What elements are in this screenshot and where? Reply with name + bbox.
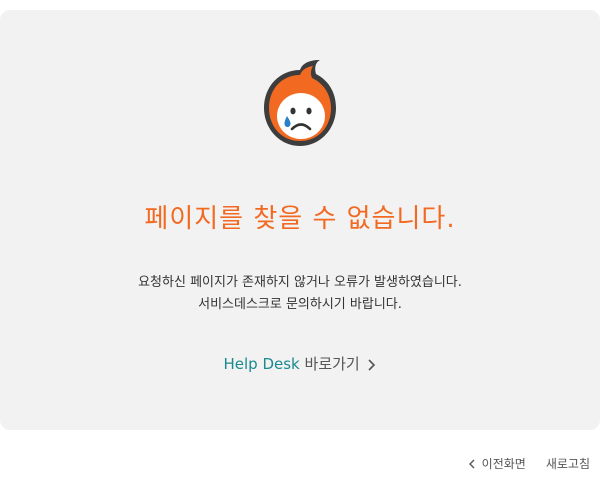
error-description-line2: 서비스데스크로 문의하시기 바랍니다. xyxy=(198,297,402,312)
chevron-right-icon xyxy=(367,358,375,371)
error-description-line1: 요청하신 페이지가 존재하지 않거나 오류가 발생하였습니다. xyxy=(138,275,462,290)
helpdesk-label-en: Help Desk xyxy=(223,355,300,373)
page-title: 페이지를 찾을 수 없습니다. xyxy=(144,204,456,234)
back-button[interactable]: 이전화면 xyxy=(468,455,526,472)
refresh-button[interactable]: 새로고침 xyxy=(546,455,590,472)
helpdesk-link[interactable]: Help Desk 바로가기 xyxy=(0,353,600,374)
refresh-button-label: 새로고침 xyxy=(545,457,590,471)
back-button-label: 이전화면 xyxy=(481,457,526,471)
footer-actions: 이전화면 새로고침 xyxy=(468,455,590,472)
error-card: 페이지를 찾을 수 없습니다. 요청하신 페이지가 존재하지 않거나 오류가 발… xyxy=(0,10,600,430)
helpdesk-label-ko: 바로가기 xyxy=(304,355,360,373)
error-page: 페이지를 찾을 수 없습니다. 요청하신 페이지가 존재하지 않거나 오류가 발… xyxy=(0,0,600,482)
sad-face-icon xyxy=(264,60,336,146)
chevron-left-icon xyxy=(468,459,475,468)
